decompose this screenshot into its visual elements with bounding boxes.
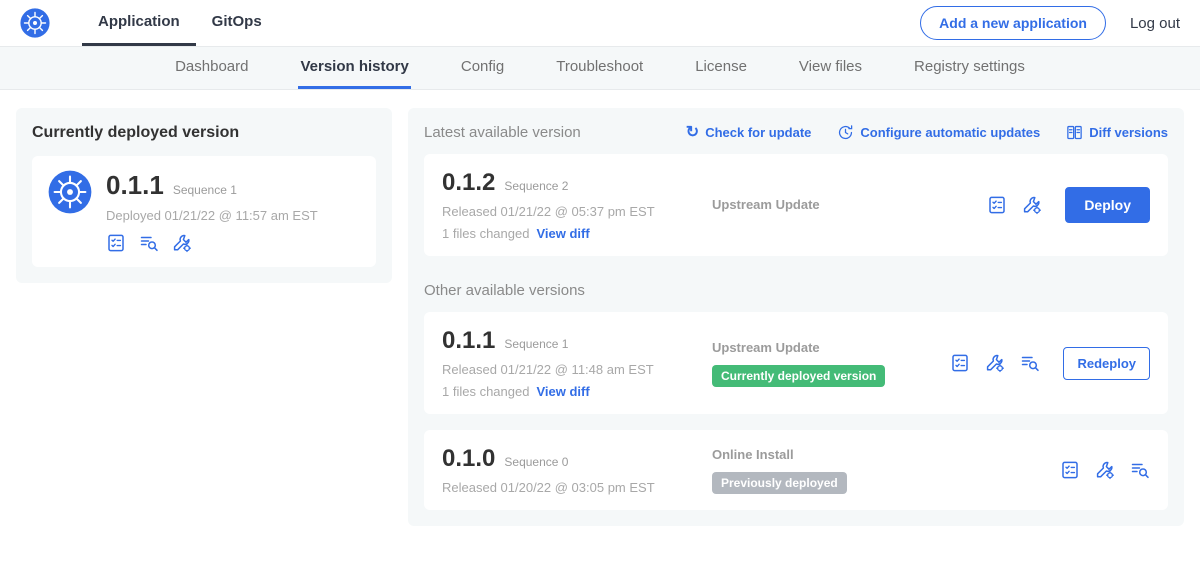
deployed-version-number: 0.1.1 — [106, 170, 164, 201]
topbar: Application GitOps Add a new application… — [0, 0, 1200, 46]
top-nav: Application GitOps — [82, 0, 278, 46]
previously-deployed-badge: Previously deployed — [712, 472, 847, 494]
config-icon[interactable] — [172, 233, 192, 253]
check-for-update-link[interactable]: ↻ Check for update — [686, 125, 812, 141]
config-icon[interactable] — [985, 353, 1005, 373]
other-versions-title: Other available versions — [424, 282, 1168, 299]
subnav-item-dashboard[interactable]: Dashboard — [173, 47, 250, 89]
app-subnav: Dashboard Version history Config Trouble… — [0, 46, 1200, 90]
deployed-version-card: 0.1.1 Sequence 1 Deployed 01/21/22 @ 11:… — [32, 156, 376, 267]
deployed-version-info: 0.1.1 Sequence 1 Deployed 01/21/22 @ 11:… — [106, 170, 318, 253]
kubernetes-logo-icon — [20, 8, 50, 38]
version-source-column: Upstream Update — [704, 196, 987, 214]
logout-link[interactable]: Log out — [1130, 15, 1180, 32]
deployed-action-icons — [106, 233, 318, 253]
subnav-item-version-history[interactable]: Version history — [298, 47, 410, 89]
subnav-item-view-files[interactable]: View files — [797, 47, 864, 89]
view-diff-icon[interactable] — [1130, 460, 1150, 480]
version-header-actions: ↻ Check for update Configure automatic u… — [686, 124, 1168, 141]
version-actions: Deploy — [987, 187, 1150, 223]
deployed-timestamp: Deployed 01/21/22 @ 11:57 am EST — [106, 208, 318, 223]
released-timestamp: Released 01/21/22 @ 11:48 am EST — [442, 362, 704, 377]
deploy-button[interactable]: Deploy — [1065, 187, 1150, 223]
sequence-label: Sequence 2 — [504, 179, 568, 193]
check-for-update-label: Check for update — [705, 125, 811, 140]
released-timestamp: Released 01/20/22 @ 03:05 pm EST — [442, 480, 704, 495]
version-source-label: Upstream Update — [712, 197, 820, 212]
deployed-sequence-label: Sequence 1 — [173, 183, 237, 197]
app-logo-icon — [48, 170, 92, 214]
version-info-column: 0.1.2 Sequence 2 Released 01/21/22 @ 05:… — [442, 169, 704, 241]
release-notes-icon[interactable] — [987, 195, 1007, 215]
latest-version-title: Latest available version — [424, 124, 581, 141]
sequence-label: Sequence 0 — [504, 455, 568, 469]
release-notes-icon[interactable] — [106, 233, 126, 253]
configure-automatic-updates-label: Configure automatic updates — [860, 125, 1040, 140]
version-number: 0.1.0 — [442, 445, 495, 473]
release-notes-icon[interactable] — [950, 353, 970, 373]
configure-automatic-updates-link[interactable]: Configure automatic updates — [837, 124, 1040, 141]
view-diff-icon[interactable] — [139, 233, 159, 253]
view-diff-link[interactable]: View diff — [536, 226, 589, 241]
subnav-item-troubleshoot[interactable]: Troubleshoot — [554, 47, 645, 89]
version-card-latest: 0.1.2 Sequence 2 Released 01/21/22 @ 05:… — [424, 154, 1168, 256]
tab-gitops-label: GitOps — [212, 13, 262, 30]
sequence-label: Sequence 1 — [504, 337, 568, 351]
version-source-column: Upstream Update Currently deployed versi… — [704, 339, 950, 387]
version-info-column: 0.1.1 Sequence 1 Released 01/21/22 @ 11:… — [442, 327, 704, 399]
release-notes-icon[interactable] — [1060, 460, 1080, 480]
version-source-label: Online Install — [712, 447, 794, 462]
released-timestamp: Released 01/21/22 @ 05:37 pm EST — [442, 204, 704, 219]
view-diff-link[interactable]: View diff — [536, 384, 589, 399]
version-source-label: Upstream Update — [712, 340, 820, 355]
versions-panel-header: Latest available version ↻ Check for upd… — [424, 124, 1168, 141]
version-info-column: 0.1.0 Sequence 0 Released 01/20/22 @ 03:… — [442, 445, 704, 495]
version-actions: Redeploy — [950, 347, 1150, 380]
diff-versions-icon — [1066, 124, 1083, 141]
version-card-0-1-0: 0.1.0 Sequence 0 Released 01/20/22 @ 03:… — [424, 430, 1168, 510]
currently-deployed-badge: Currently deployed version — [712, 365, 885, 387]
config-icon[interactable] — [1022, 195, 1042, 215]
add-application-button[interactable]: Add a new application — [920, 6, 1106, 40]
redeploy-button[interactable]: Redeploy — [1063, 347, 1150, 380]
refresh-icon: ↻ — [686, 125, 699, 141]
files-changed-label: 1 files changed — [442, 226, 529, 241]
subnav-item-config[interactable]: Config — [459, 47, 506, 89]
subnav-item-license[interactable]: License — [693, 47, 749, 89]
tab-gitops[interactable]: GitOps — [196, 0, 278, 46]
currently-deployed-panel: Currently deployed version 0.1.1 Sequenc… — [16, 108, 392, 283]
tab-application[interactable]: Application — [82, 0, 196, 46]
version-number: 0.1.1 — [442, 327, 495, 355]
version-number: 0.1.2 — [442, 169, 495, 197]
view-diff-icon[interactable] — [1020, 353, 1040, 373]
subnav-item-registry-settings[interactable]: Registry settings — [912, 47, 1027, 89]
tab-application-label: Application — [98, 13, 180, 30]
deployed-panel-title: Currently deployed version — [32, 124, 376, 142]
version-card-0-1-1: 0.1.1 Sequence 1 Released 01/21/22 @ 11:… — [424, 312, 1168, 414]
main-content: Currently deployed version 0.1.1 Sequenc… — [0, 90, 1200, 544]
diff-versions-label: Diff versions — [1089, 125, 1168, 140]
diff-versions-link[interactable]: Diff versions — [1066, 124, 1168, 141]
clock-refresh-icon — [837, 124, 854, 141]
config-icon[interactable] — [1095, 460, 1115, 480]
topbar-right: Add a new application Log out — [920, 6, 1180, 40]
version-history-panel: Latest available version ↻ Check for upd… — [408, 108, 1184, 526]
version-source-column: Online Install Previously deployed — [704, 446, 1060, 494]
version-actions — [1060, 460, 1150, 480]
files-changed-label: 1 files changed — [442, 384, 529, 399]
